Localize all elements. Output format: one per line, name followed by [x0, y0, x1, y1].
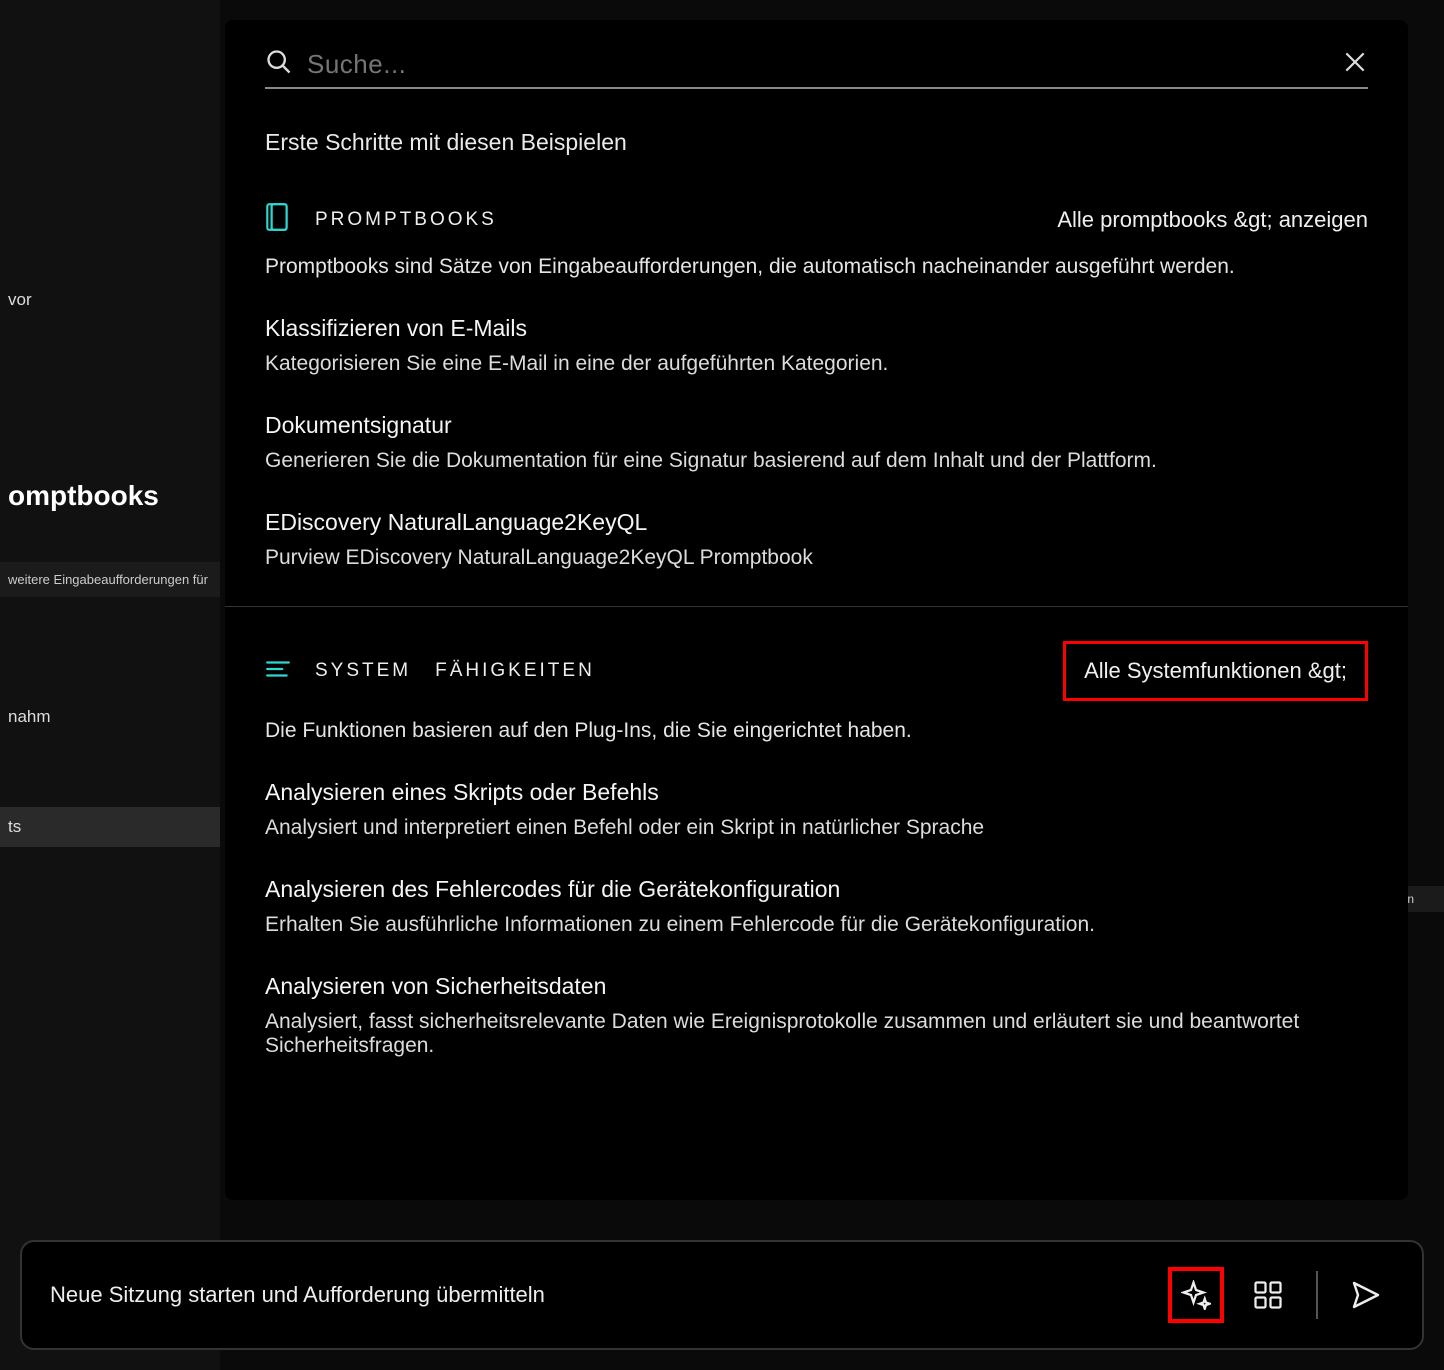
list-icon	[265, 659, 291, 684]
system-item-title: Analysieren eines Skripts oder Befehls	[265, 779, 1368, 806]
system-item[interactable]: Analysieren eines Skripts oder Befehls A…	[265, 779, 1368, 840]
system-item-title: Analysieren von Sicherheitsdaten	[265, 973, 1368, 1000]
promptbook-icon	[265, 202, 291, 237]
prompt-actions	[1168, 1267, 1394, 1323]
bg-title: omptbooks	[0, 470, 220, 522]
background-sidebar: vor omptbooks weitere Eingabeaufforderun…	[0, 0, 220, 1370]
search-icon	[265, 48, 293, 81]
all-system-link-highlight: Alle Systemfunktionen &gt;	[1063, 641, 1368, 701]
prompt-library-panel: Erste Schritte mit diesen Beispielen PRO…	[225, 20, 1408, 1200]
intro-text: Erste Schritte mit diesen Beispielen	[265, 129, 1368, 156]
prompt-bar: Neue Sitzung starten und Aufforderung üb…	[20, 1240, 1424, 1350]
sparkle-button[interactable]	[1168, 1267, 1224, 1323]
promptbooks-header: PROMPTBOOKS Alle promptbooks &gt; anzeig…	[265, 202, 1368, 237]
promptbook-item-title: EDiscovery NaturalLanguage2KeyQL	[265, 509, 1368, 536]
bg-ts: ts	[0, 807, 220, 847]
bg-sub: weitere Eingabeaufforderungen für	[0, 562, 220, 597]
promptbook-item-title: Dokumentsignatur	[265, 412, 1368, 439]
system-item-desc: Erhalten Sie ausführliche Informationen …	[265, 913, 1368, 937]
promptbooks-desc: Promptbooks sind Sätze von Eingabeauffor…	[265, 255, 1368, 279]
promptbook-item[interactable]: Klassifizieren von E-Mails Kategorisiere…	[265, 315, 1368, 376]
bg-row: vor	[0, 280, 220, 320]
send-button[interactable]	[1338, 1267, 1394, 1323]
prompt-placeholder[interactable]: Neue Sitzung starten und Aufforderung üb…	[50, 1282, 1168, 1308]
promptbook-item-desc: Purview EDiscovery NaturalLanguage2KeyQL…	[265, 546, 1368, 570]
promptbooks-label: PROMPTBOOKS	[315, 209, 497, 231]
all-promptbooks-link[interactable]: Alle promptbooks &gt; anzeigen	[1057, 207, 1368, 233]
system-desc: Die Funktionen basieren auf den Plug-Ins…	[265, 719, 1368, 743]
system-header: SYSTEM FÄHIGKEITEN Alle Systemfunktionen…	[265, 641, 1368, 701]
all-system-functions-link[interactable]: Alle Systemfunktionen &gt;	[1084, 658, 1347, 683]
search-bar	[265, 48, 1368, 89]
capabilities-label: FÄHIGKEITEN	[435, 660, 595, 682]
apps-button[interactable]	[1240, 1267, 1296, 1323]
close-icon[interactable]	[1342, 49, 1368, 80]
promptbook-item[interactable]: Dokumentsignatur Generieren Sie die Doku…	[265, 412, 1368, 473]
bg-nahm: nahm	[0, 697, 220, 737]
system-item-desc: Analysiert und interpretiert einen Befeh…	[265, 816, 1368, 840]
system-item[interactable]: Analysieren des Fehlercodes für die Gerä…	[265, 876, 1368, 937]
section-divider	[225, 606, 1408, 607]
system-item-title: Analysieren des Fehlercodes für die Gerä…	[265, 876, 1368, 903]
system-label: SYSTEM	[315, 660, 411, 682]
promptbook-item-desc: Kategorisieren Sie eine E-Mail in eine d…	[265, 352, 1368, 376]
search-input[interactable]	[307, 49, 1328, 80]
promptbook-item-desc: Generieren Sie die Dokumentation für ein…	[265, 449, 1368, 473]
system-item[interactable]: Analysieren von Sicherheitsdaten Analysi…	[265, 973, 1368, 1058]
promptbook-item[interactable]: EDiscovery NaturalLanguage2KeyQL Purview…	[265, 509, 1368, 570]
promptbook-item-title: Klassifizieren von E-Mails	[265, 315, 1368, 342]
separator	[1316, 1271, 1318, 1319]
system-item-desc: Analysiert, fasst sicherheitsrelevante D…	[265, 1010, 1368, 1058]
